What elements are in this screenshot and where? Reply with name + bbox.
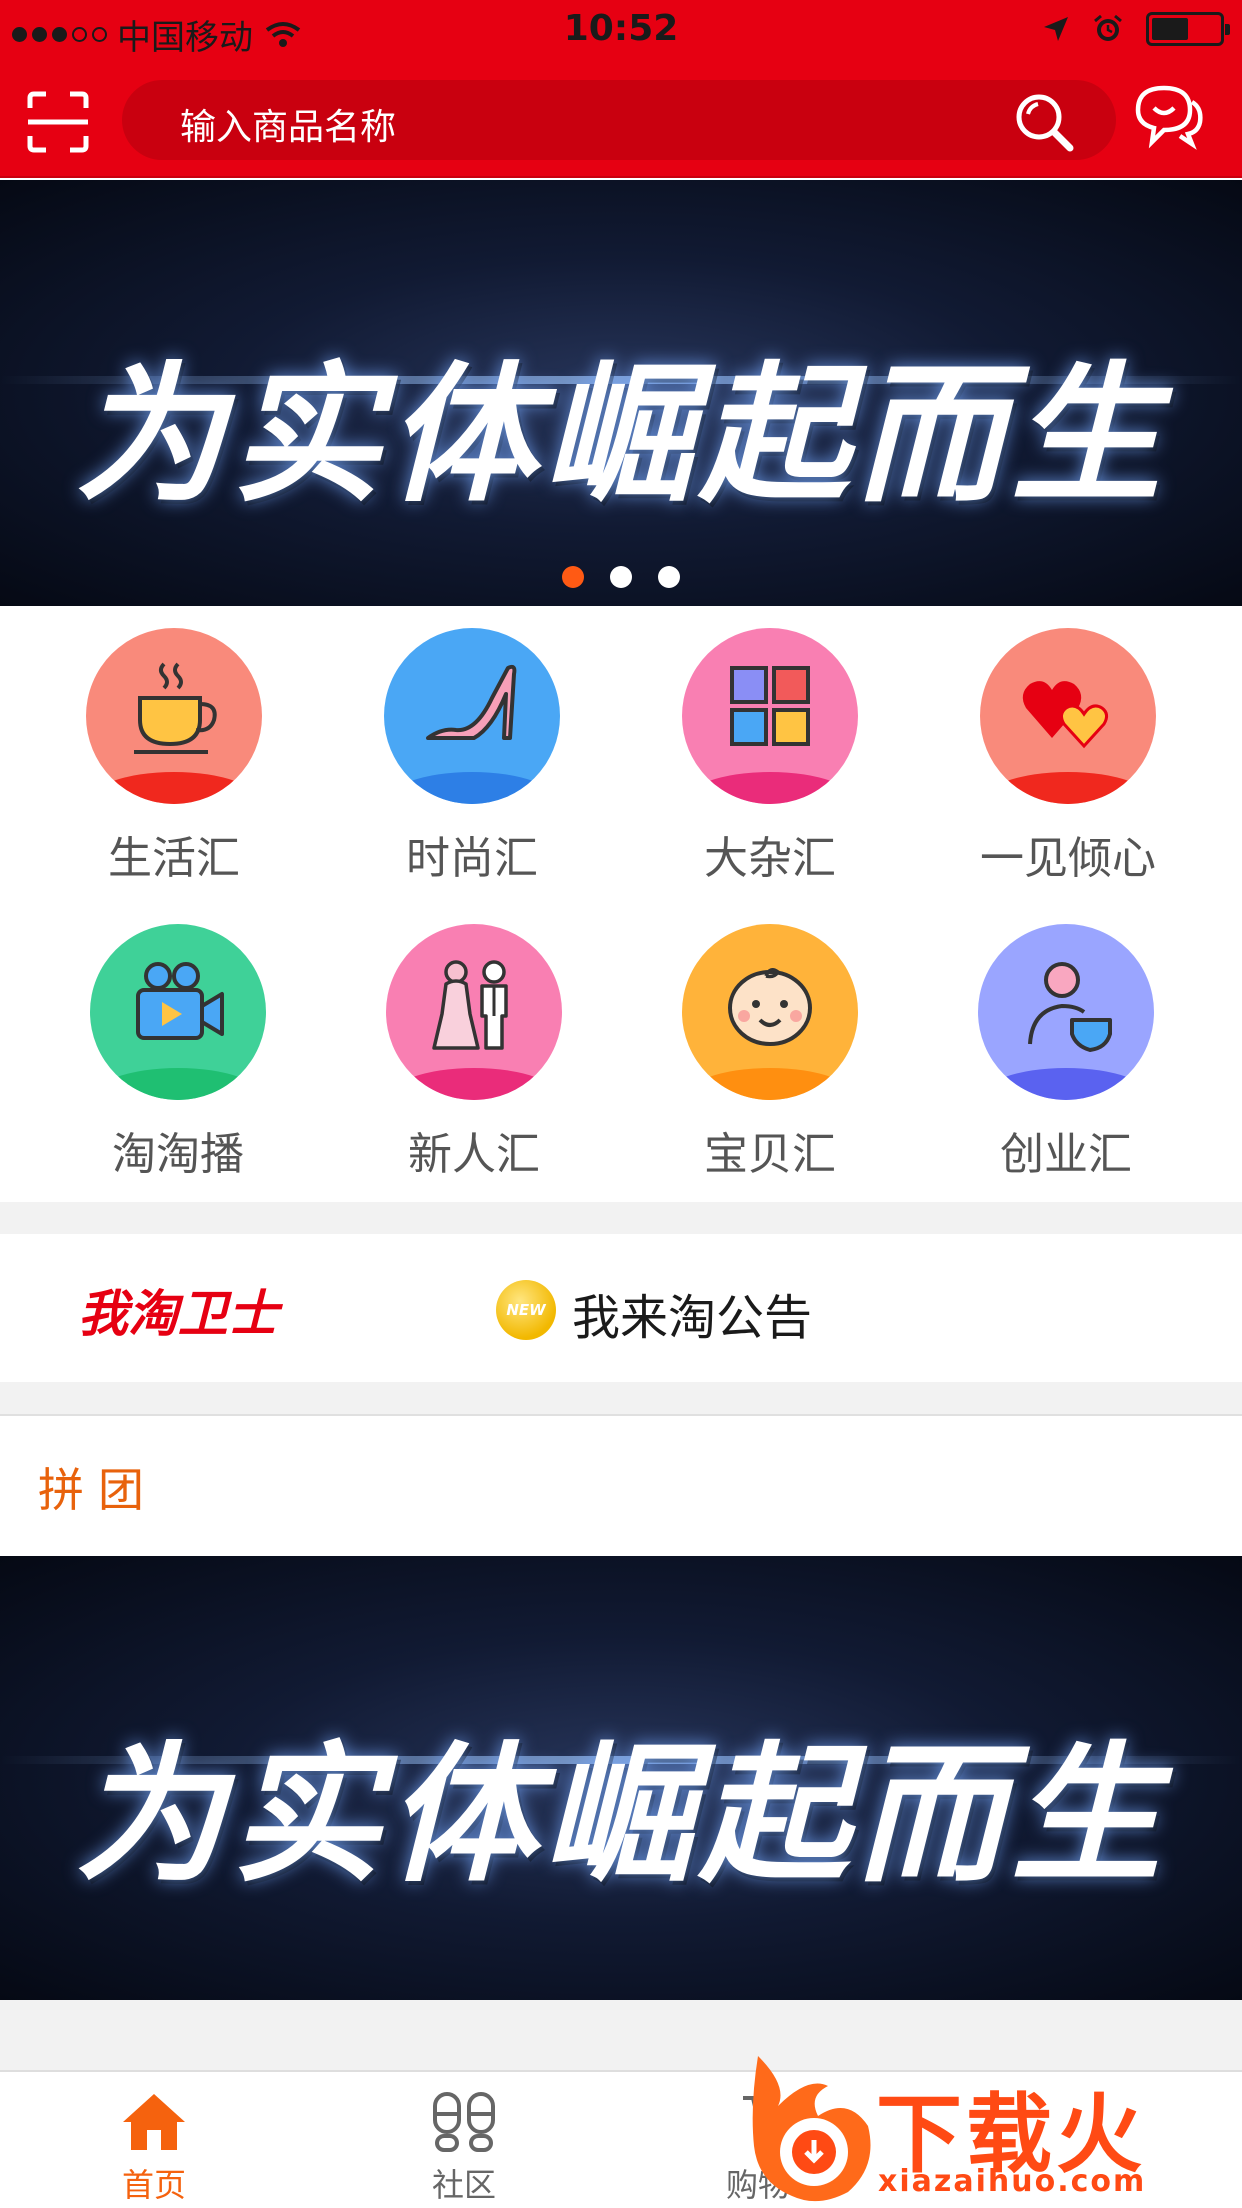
tab-community[interactable]: 社区 bbox=[364, 2090, 564, 2206]
home-icon bbox=[123, 2094, 185, 2150]
category-item-misc[interactable]: 大杂汇 bbox=[660, 628, 880, 886]
coffee-cup-icon bbox=[134, 662, 217, 754]
alarm-clock-icon bbox=[1094, 14, 1122, 41]
category-item-startup[interactable]: 创业汇 bbox=[956, 924, 1176, 1182]
pager-dot[interactable] bbox=[562, 566, 584, 588]
flame-logo-icon bbox=[752, 2056, 871, 2202]
entrepreneur-icon bbox=[1028, 962, 1112, 1052]
group-buy-banner[interactable]: 为实体崛起而生 bbox=[0, 1556, 1242, 2000]
section-divider bbox=[0, 1202, 1242, 1234]
message-icon[interactable] bbox=[1130, 80, 1206, 150]
group-buy-title: 拼团 bbox=[38, 1463, 158, 1517]
app-header: 中国移动 10:52 输入商品名称 bbox=[0, 0, 1242, 178]
category-item-crush[interactable]: 一见倾心 bbox=[958, 628, 1178, 886]
category-label: 时尚汇 bbox=[406, 833, 538, 884]
category-item-life[interactable]: 生活汇 bbox=[64, 628, 284, 886]
search-icon[interactable] bbox=[1012, 90, 1076, 154]
banner-pager bbox=[0, 566, 1242, 588]
watermark-url: xiazaihuo.com bbox=[878, 2164, 1147, 2199]
category-label: 宝贝汇 bbox=[704, 1129, 836, 1180]
notice-bar[interactable]: 我淘卫士 NEW 我来淘公告 bbox=[0, 1234, 1242, 1382]
category-item-live[interactable]: 淘淘播 bbox=[68, 924, 288, 1182]
banner-headline: 为实体崛起而生 bbox=[74, 1729, 1167, 1903]
video-camera-icon bbox=[136, 962, 224, 1040]
category-label: 淘淘播 bbox=[112, 1129, 244, 1180]
category-item-fashion[interactable]: 时尚汇 bbox=[362, 628, 582, 886]
watermark: 下载火 xiazaihuo.com bbox=[738, 2046, 1238, 2208]
category-label: 生活汇 bbox=[108, 833, 240, 884]
pager-dot[interactable] bbox=[658, 566, 680, 588]
hearts-icon bbox=[1022, 681, 1109, 749]
category-item-newlywed[interactable]: 新人汇 bbox=[364, 924, 584, 1182]
baby-face-icon bbox=[728, 968, 812, 1046]
category-label: 创业汇 bbox=[1000, 1129, 1132, 1180]
top-banner[interactable]: 为实体崛起而生 bbox=[0, 180, 1242, 606]
grid-icon bbox=[730, 666, 810, 746]
pager-dot[interactable] bbox=[610, 566, 632, 588]
location-arrow-icon bbox=[1044, 17, 1068, 41]
scan-icon[interactable] bbox=[26, 90, 90, 154]
battery-icon bbox=[1146, 12, 1230, 46]
section-divider bbox=[0, 1382, 1242, 1416]
search-bar[interactable]: 输入商品名称 bbox=[122, 80, 1116, 160]
new-badge-icon: NEW bbox=[496, 1280, 556, 1340]
category-item-baby[interactable]: 宝贝汇 bbox=[660, 924, 880, 1182]
notice-brand: 我淘卫士 bbox=[78, 1285, 278, 1343]
tab-label: 首页 bbox=[121, 2166, 186, 2204]
tab-label: 社区 bbox=[431, 2166, 496, 2204]
high-heel-icon bbox=[426, 664, 517, 740]
category-label: 新人汇 bbox=[408, 1129, 540, 1180]
category-label: 大杂汇 bbox=[704, 833, 836, 884]
status-bar: 中国移动 10:52 bbox=[0, 0, 1242, 60]
banner-headline: 为实体崛起而生 bbox=[74, 349, 1167, 523]
search-input[interactable]: 输入商品名称 bbox=[180, 98, 396, 150]
footprints-icon bbox=[433, 2092, 495, 2152]
tab-home[interactable]: 首页 bbox=[54, 2090, 254, 2206]
notice-text[interactable]: 我来淘公告 bbox=[572, 1278, 812, 1348]
wedding-couple-icon bbox=[432, 960, 508, 1050]
category-label: 一见倾心 bbox=[980, 833, 1156, 884]
